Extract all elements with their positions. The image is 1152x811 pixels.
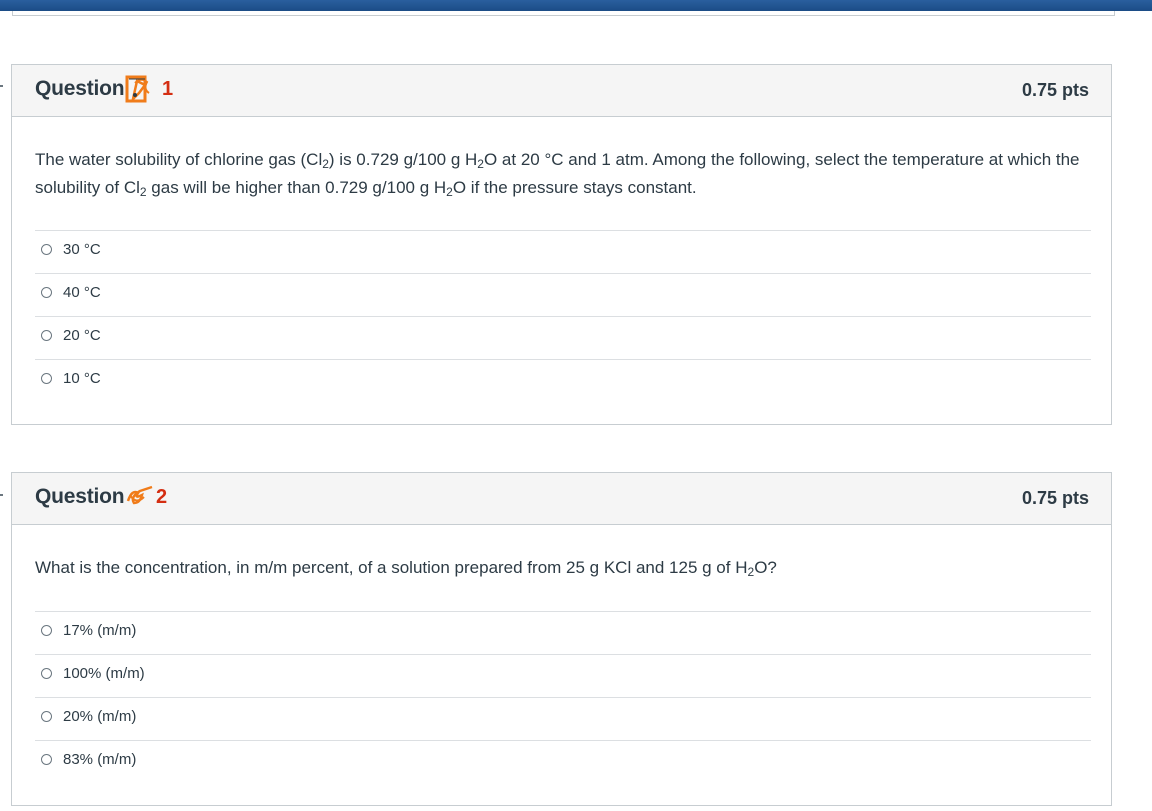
previous-section-edge bbox=[12, 11, 1115, 16]
radio-button[interactable] bbox=[41, 625, 52, 636]
question-number: 1 bbox=[162, 78, 174, 100]
answer-list: 17% (m/m) 100% (m/m) 20% (m/m) 83% (m/m) bbox=[35, 611, 1091, 783]
question-card-1: Question 1 0.75 pts The water solubility… bbox=[11, 64, 1112, 425]
answer-label[interactable]: 40 °C bbox=[63, 284, 101, 301]
answer-label[interactable]: 10 °C bbox=[63, 370, 101, 387]
radio-button[interactable] bbox=[41, 373, 52, 384]
left-edge-marker bbox=[0, 85, 3, 87]
answer-label[interactable]: 20% (m/m) bbox=[63, 708, 136, 725]
question-header: Question 1 0.75 pts bbox=[12, 65, 1111, 117]
answer-label[interactable]: 83% (m/m) bbox=[63, 751, 136, 768]
answer-label[interactable]: 17% (m/m) bbox=[63, 622, 136, 639]
question-title: Question bbox=[35, 485, 125, 508]
answer-label[interactable]: 20 °C bbox=[63, 327, 101, 344]
answer-list: 30 °C 40 °C 20 °C 10 °C bbox=[35, 230, 1091, 402]
radio-button[interactable] bbox=[41, 330, 52, 341]
answer-label[interactable]: 100% (m/m) bbox=[63, 665, 145, 682]
question-header: Question 2 0.75 pts bbox=[12, 473, 1111, 525]
radio-button[interactable] bbox=[41, 287, 52, 298]
question-points: 0.75 pts bbox=[1021, 488, 1089, 508]
answer-option[interactable]: 20 °C bbox=[35, 316, 1091, 359]
question-text: The water solubility of chlorine gas (Cl… bbox=[35, 150, 1080, 199]
answer-option[interactable]: 40 °C bbox=[35, 273, 1091, 316]
radio-button[interactable] bbox=[41, 711, 52, 722]
flag-scribble-icon bbox=[125, 75, 150, 103]
answer-option[interactable]: 10 °C bbox=[35, 359, 1091, 402]
question-points: 0.75 pts bbox=[1021, 80, 1089, 100]
answer-option[interactable]: 20% (m/m) bbox=[35, 697, 1091, 740]
answer-label[interactable]: 30 °C bbox=[63, 241, 101, 258]
top-navigation-bar bbox=[0, 0, 1152, 11]
answer-option[interactable]: 83% (m/m) bbox=[35, 740, 1091, 783]
radio-button[interactable] bbox=[41, 244, 52, 255]
question-text: What is the concentration, in m/m percen… bbox=[35, 558, 777, 579]
left-edge-marker bbox=[0, 494, 3, 496]
answer-option[interactable]: 100% (m/m) bbox=[35, 654, 1091, 697]
answer-option[interactable]: 17% (m/m) bbox=[35, 611, 1091, 654]
question-title: Question bbox=[35, 77, 125, 100]
radio-button[interactable] bbox=[41, 754, 52, 765]
answer-option[interactable]: 30 °C bbox=[35, 230, 1091, 273]
question-card-2: Question 2 0.75 pts What is the concentr… bbox=[11, 472, 1112, 806]
radio-button[interactable] bbox=[41, 668, 52, 679]
question-number: 2 bbox=[156, 486, 168, 508]
scribble-icon bbox=[126, 485, 153, 505]
